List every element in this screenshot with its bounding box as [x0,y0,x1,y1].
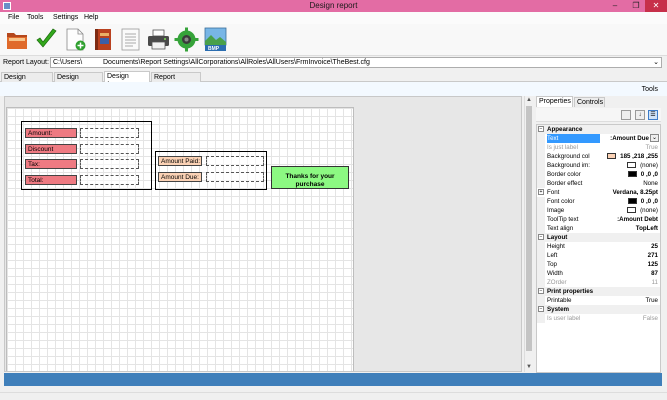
tab-design-columns[interactable]: Design columns [1,72,53,90]
prop-is-just-label[interactable]: Is just label True [537,143,660,152]
image-swatch [627,207,637,213]
tax-field[interactable] [80,159,139,169]
report-layout-select[interactable]: C:\Users\ Documents\Report Settings\AllC… [50,57,662,68]
category-system[interactable]: − System [537,305,660,314]
scroll-up-arrow-icon[interactable]: ▲ [526,97,532,103]
properties-panel: Properties Controls ↓ ☰ − Appearance Tex… [535,96,662,373]
design-vertical-scrollbar[interactable]: ▲ ▼ [524,96,533,372]
chevron-down-icon[interactable]: ⌄ [653,58,659,66]
menu-file[interactable]: File [8,14,19,21]
open-folder-icon[interactable] [5,27,30,52]
scrollbar-thumb[interactable] [526,106,532,351]
prop-printable[interactable]: Printable True [537,296,660,305]
report-layout-path-user: C:\Users\ [53,59,83,66]
prop-font[interactable]: + Font Verdana, 8.25pt [537,188,660,197]
settings-gear-icon[interactable] [174,27,199,52]
menu-bar: File Tools Settings Help [0,12,667,24]
tab-properties[interactable]: Properties [536,96,573,107]
thanks-line-2: purchase [295,181,325,188]
book-icon[interactable] [91,27,116,52]
prop-left[interactable]: Left 271 [537,251,660,260]
check-icon[interactable] [34,27,59,52]
prop-font-color[interactable]: Font color 0 ,0 ,0 [537,197,660,206]
property-grid: − Appearance Text :Amount Due ⌄ Is just … [536,124,661,373]
amount-paid-field[interactable] [206,156,264,166]
menu-tools[interactable]: Tools [27,14,43,21]
prop-zorder[interactable]: ZOrder 11 [537,278,660,287]
prop-is-user-label[interactable]: Is user label False [537,314,660,323]
amount-field[interactable] [80,128,139,138]
prop-text[interactable]: Text :Amount Due ⌄ [537,134,660,143]
total-label[interactable]: Total: [25,175,77,185]
expand-icon[interactable]: + [538,189,544,195]
prop-border-color[interactable]: Border color 0 ,0 ,0 [537,170,660,179]
tax-label[interactable]: Tax: [25,159,77,169]
tab-strip: Design columns Design header Design foot… [0,71,667,90]
bmp-label: BMP [208,46,220,52]
design-area: Amount: Discount Tax: Total: Amount Paid… [4,96,522,372]
color-swatch [607,153,617,159]
total-field[interactable] [80,175,139,185]
report-layout-row: Report Layout: C:\Users\ Documents\Repor… [0,56,667,69]
amount-paid-label[interactable]: Amount Paid: [158,156,202,166]
discount-label[interactable]: Discount [25,144,77,154]
payment-panel[interactable]: Amount Paid: Amount Due: [155,151,267,190]
printer-icon[interactable] [146,27,171,52]
tab-design-footer[interactable]: Design footer [104,71,150,89]
footer-canvas[interactable]: Amount: Discount Tax: Total: Amount Paid… [6,107,354,371]
prop-top[interactable]: Top 125 [537,260,660,269]
report-layout-label: Report Layout: [3,59,49,66]
bottom-border [0,392,667,400]
prop-text-align[interactable]: Text align TopLeft [537,224,660,233]
thanks-label[interactable]: Thanks for your purchase [271,166,349,189]
scroll-down-arrow-icon[interactable]: ▼ [526,364,532,370]
tab-design-header[interactable]: Design header [54,72,103,90]
new-report-icon[interactable] [63,27,88,52]
window-title: Design report [309,1,358,10]
prop-background-color[interactable]: Background col 185 ,218 ,255 [537,152,660,161]
report-layout-path-file: Documents\Report Settings\AllCorporation… [103,59,370,66]
category-layout[interactable]: − Layout [537,233,660,242]
menu-help[interactable]: Help [84,14,98,21]
minimize-button[interactable]: – [607,0,623,12]
prop-tooltip-text[interactable]: ToolTip text :Amount Debt [537,215,660,224]
category-print-properties[interactable]: − Print properties [537,287,660,296]
prop-image[interactable]: Image (none) [537,206,660,215]
amount-due-label[interactable]: Amount Due: [158,172,202,182]
collapse-icon[interactable]: − [538,126,544,132]
document-icon[interactable] [118,27,143,52]
thanks-line-1: Thanks for your [285,173,335,180]
prop-width[interactable]: Width 87 [537,269,660,278]
color-swatch [627,198,637,204]
status-bar [4,373,662,386]
title-bar: Design report – ❐ ✕ [0,0,667,12]
totals-panel[interactable]: Amount: Discount Tax: Total: [21,121,152,190]
menu-settings[interactable]: Settings [53,14,78,21]
restore-button[interactable]: ❐ [628,0,644,12]
image-swatch [627,162,637,168]
property-pages-icon[interactable] [621,110,631,120]
tab-controls[interactable]: Controls [574,97,605,107]
prop-height[interactable]: Height 25 [537,242,660,251]
category-appearance[interactable]: − Appearance [537,125,660,134]
prop-background-image[interactable]: Background im: (none) [537,161,660,170]
collapse-icon[interactable]: − [538,288,544,294]
amount-due-field[interactable] [206,172,264,182]
amount-label[interactable]: Amount: [25,128,77,138]
categorized-view-icon[interactable]: ☰ [648,110,658,120]
dropdown-arrow-icon[interactable]: ⌄ [650,134,659,142]
collapse-icon[interactable]: − [538,234,544,240]
tools-label[interactable]: Tools [642,86,658,93]
properties-toolbar: ↓ ☰ [536,108,661,122]
sort-alphabetical-icon[interactable]: ↓ [635,110,645,120]
discount-field[interactable] [80,144,139,154]
tab-report-settings[interactable]: Report settings [151,72,201,90]
tools-strip: Tools [0,82,667,96]
prop-border-effect[interactable]: Border effect None [537,179,660,188]
close-button[interactable]: ✕ [645,0,667,12]
collapse-icon[interactable]: − [538,306,544,312]
color-swatch [627,171,637,177]
toolbar: BMP [0,24,667,56]
